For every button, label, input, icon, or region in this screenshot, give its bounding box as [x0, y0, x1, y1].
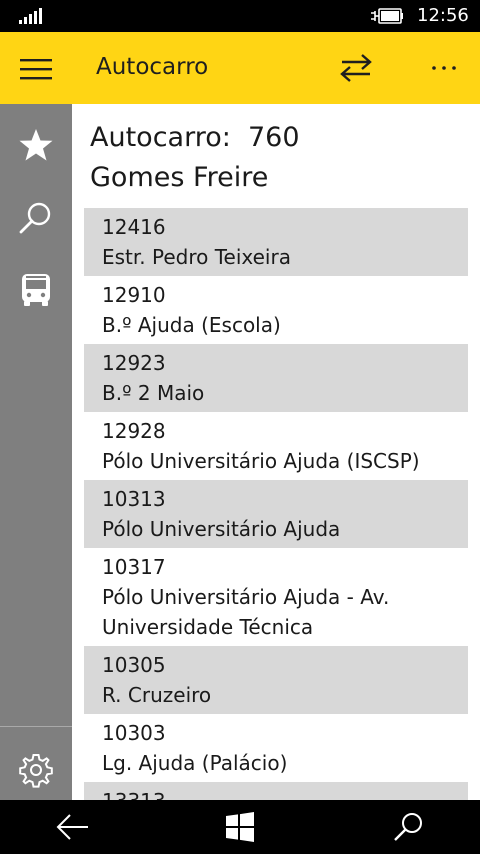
side-rail — [0, 104, 72, 800]
swap-arrows-icon[interactable] — [338, 52, 374, 84]
list-item[interactable]: 12910 B.º Ajuda (Escola) — [84, 276, 468, 344]
bus-icon — [22, 274, 50, 306]
route-label: Autocarro: — [90, 122, 231, 153]
stop-code: 10303 — [102, 721, 166, 745]
stop-name: Lg. Ajuda (Palácio) — [102, 751, 288, 775]
stop-name: R. Cruzeiro — [102, 683, 212, 707]
search-icon[interactable] — [388, 810, 428, 844]
stop-code: 12416 — [102, 215, 166, 239]
stop-code: 10317 — [102, 555, 166, 579]
star-icon — [19, 129, 53, 161]
route-title: Autocarro: 760 — [90, 120, 300, 156]
route-header: Autocarro: 760 Gomes Freire — [90, 120, 300, 198]
back-arrow-icon[interactable] — [52, 810, 92, 844]
list-item[interactable]: 12416 Estr. Pedro Teixeira — [84, 208, 468, 276]
stop-code: 10305 — [102, 653, 166, 677]
bus-button[interactable] — [0, 254, 72, 318]
list-item[interactable]: 10303 Lg. Ajuda (Palácio) — [84, 714, 468, 782]
stop-code: 10313 — [102, 487, 166, 511]
list-item[interactable]: 12923 B.º 2 Maio — [84, 344, 468, 412]
route-name: Gomes Freire — [90, 162, 269, 193]
stop-name: Pólo Universitário Ajuda (ISCSP) — [102, 449, 420, 473]
windows-icon[interactable] — [220, 810, 260, 844]
list-item[interactable]: 12928 Pólo Universitário Ajuda (ISCSP) — [84, 412, 468, 480]
stop-name: Pólo Universitário Ajuda - Av. Universid… — [102, 585, 390, 639]
gear-icon — [19, 754, 53, 788]
search-button[interactable] — [0, 182, 72, 246]
list-item[interactable]: 10313 Pólo Universitário Ajuda — [84, 480, 468, 548]
clock: 12:56 — [417, 5, 469, 26]
stop-code: 12923 — [102, 351, 166, 375]
route-number: 760 — [248, 122, 300, 153]
more-icon[interactable] — [426, 52, 462, 84]
list-item[interactable]: 13313 — [84, 782, 468, 800]
stop-code: 12928 — [102, 419, 166, 443]
list-item[interactable]: 10305 R. Cruzeiro — [84, 646, 468, 714]
stop-name: B.º 2 Maio — [102, 381, 205, 405]
stop-name: Estr. Pedro Teixeira — [102, 245, 291, 269]
battery-charging-icon — [371, 8, 403, 24]
favorites-button[interactable] — [0, 110, 72, 174]
signal-icon — [19, 8, 42, 24]
settings-button[interactable] — [0, 734, 72, 798]
stop-code: 12910 — [102, 283, 166, 307]
stop-name: Pólo Universitário Ajuda — [102, 517, 341, 541]
app-bar: Autocarro — [0, 32, 480, 104]
search-icon — [19, 202, 51, 234]
stop-list: 12416 Estr. Pedro Teixeira 12910 B.º Aju… — [84, 208, 468, 800]
hamburger-icon[interactable] — [20, 58, 52, 80]
status-bar: 12:56 — [0, 0, 480, 32]
list-item[interactable]: 10317 Pólo Universitário Ajuda - Av. Uni… — [84, 548, 468, 646]
stop-code: 13313 — [102, 786, 450, 800]
stop-name: B.º Ajuda (Escola) — [102, 313, 281, 337]
system-nav-bar — [0, 800, 480, 854]
main-content: Autocarro: 760 Gomes Freire 12416 Estr. … — [72, 104, 480, 800]
rail-divider — [0, 726, 72, 727]
page-title: Autocarro — [96, 54, 209, 80]
